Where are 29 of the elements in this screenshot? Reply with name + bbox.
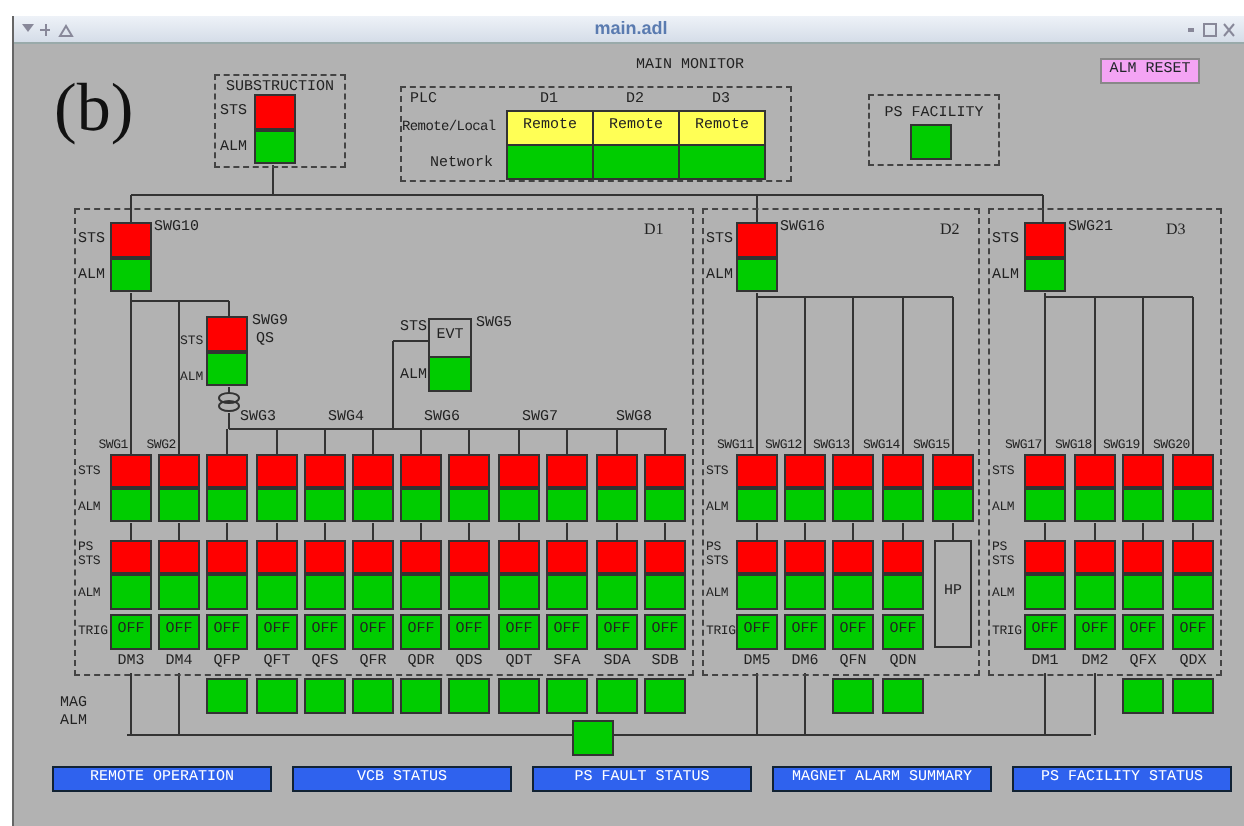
wire-line <box>664 522 666 542</box>
transformer-icon <box>218 392 240 412</box>
wire-line <box>518 522 520 542</box>
wire-line <box>756 522 758 542</box>
wire-line <box>226 522 228 542</box>
wire-line <box>566 522 568 542</box>
wire-line <box>852 522 854 542</box>
wire-line <box>902 522 904 542</box>
window-buttons-icon[interactable] <box>1188 21 1236 37</box>
wire-line <box>1142 522 1144 542</box>
section-name: D3 <box>1166 220 1186 238</box>
wire-line <box>1044 522 1046 542</box>
wire-line <box>420 522 422 542</box>
window-title: main.adl <box>592 15 670 42</box>
wire-line <box>324 522 326 542</box>
wire-line <box>468 522 470 542</box>
wire-line <box>276 522 278 542</box>
wire-line <box>1192 522 1194 542</box>
wire-line <box>952 522 954 542</box>
wire-line <box>372 522 374 542</box>
wire-line <box>178 522 180 542</box>
figure-label: (b) <box>54 76 134 144</box>
section-name: D1 <box>644 220 664 238</box>
section-name: D2 <box>940 220 960 238</box>
window-controls-icon[interactable] <box>22 21 74 37</box>
wire-line <box>804 522 806 542</box>
wire-line <box>1094 522 1096 542</box>
wire-line <box>616 522 618 542</box>
wire-line <box>130 522 132 542</box>
